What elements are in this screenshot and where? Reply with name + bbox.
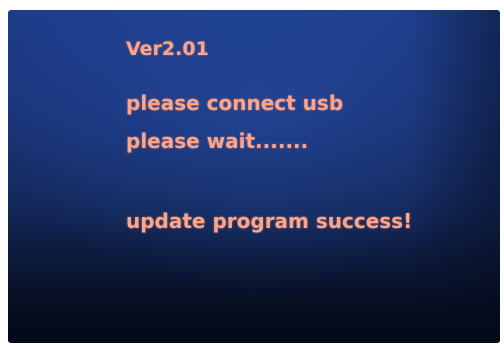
firmware-version: Ver2.01 — [126, 38, 209, 60]
wait-message: please wait....... — [126, 129, 309, 153]
connect-usb-message: please connect usb — [126, 91, 344, 115]
update-success-message: update program success! — [126, 209, 413, 233]
device-screen: Ver2.01 please connect usb please wait..… — [8, 10, 500, 343]
photo-frame: Ver2.01 please connect usb please wait..… — [0, 0, 504, 349]
